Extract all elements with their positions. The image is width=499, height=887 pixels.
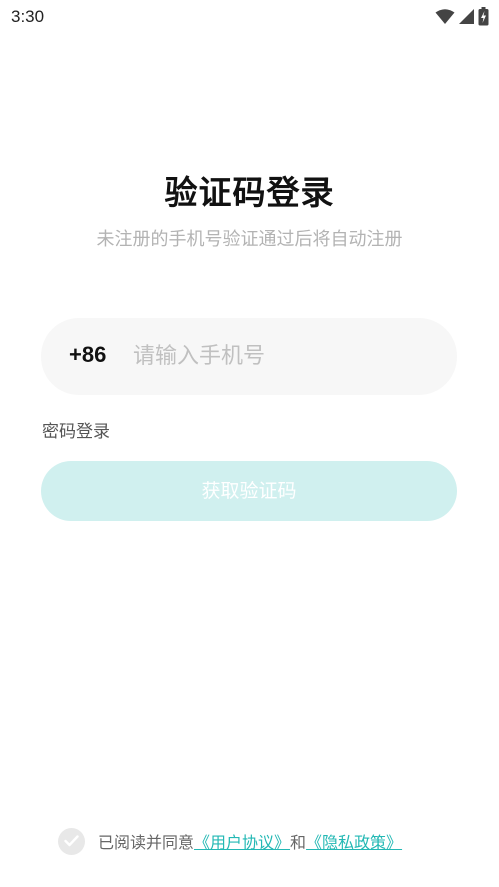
battery-charging-icon — [478, 7, 489, 30]
status-bar: 3:30 — [0, 0, 499, 34]
phone-field: +86 — [41, 318, 457, 395]
phone-input[interactable] — [133, 336, 433, 376]
agree-checkbox[interactable] — [58, 827, 85, 855]
page-title: 验证码登录 — [164, 173, 335, 212]
page-subtitle: 未注册的手机号验证通过后将自动注册 — [96, 229, 403, 250]
user-agreement-link[interactable]: 《用户协议》 — [194, 829, 290, 853]
agreement-prefix: 已阅读并同意 — [98, 833, 195, 852]
get-code-button[interactable]: 获取验证码 — [41, 461, 457, 521]
password-login-link[interactable]: 密码登录 — [42, 417, 110, 442]
cell-signal-icon — [458, 8, 475, 29]
agreement-row: 已阅读并同意 《用户协议》 和 《隐私政策》 — [58, 826, 402, 856]
status-time: 3:30 — [11, 7, 45, 26]
wifi-icon — [435, 8, 455, 29]
privacy-policy-link[interactable]: 《隐私政策》 — [306, 829, 402, 853]
check-icon — [64, 835, 79, 847]
country-code[interactable]: +86 — [69, 342, 106, 368]
agreement-and: 和 — [290, 833, 307, 852]
status-icons — [435, 7, 489, 30]
